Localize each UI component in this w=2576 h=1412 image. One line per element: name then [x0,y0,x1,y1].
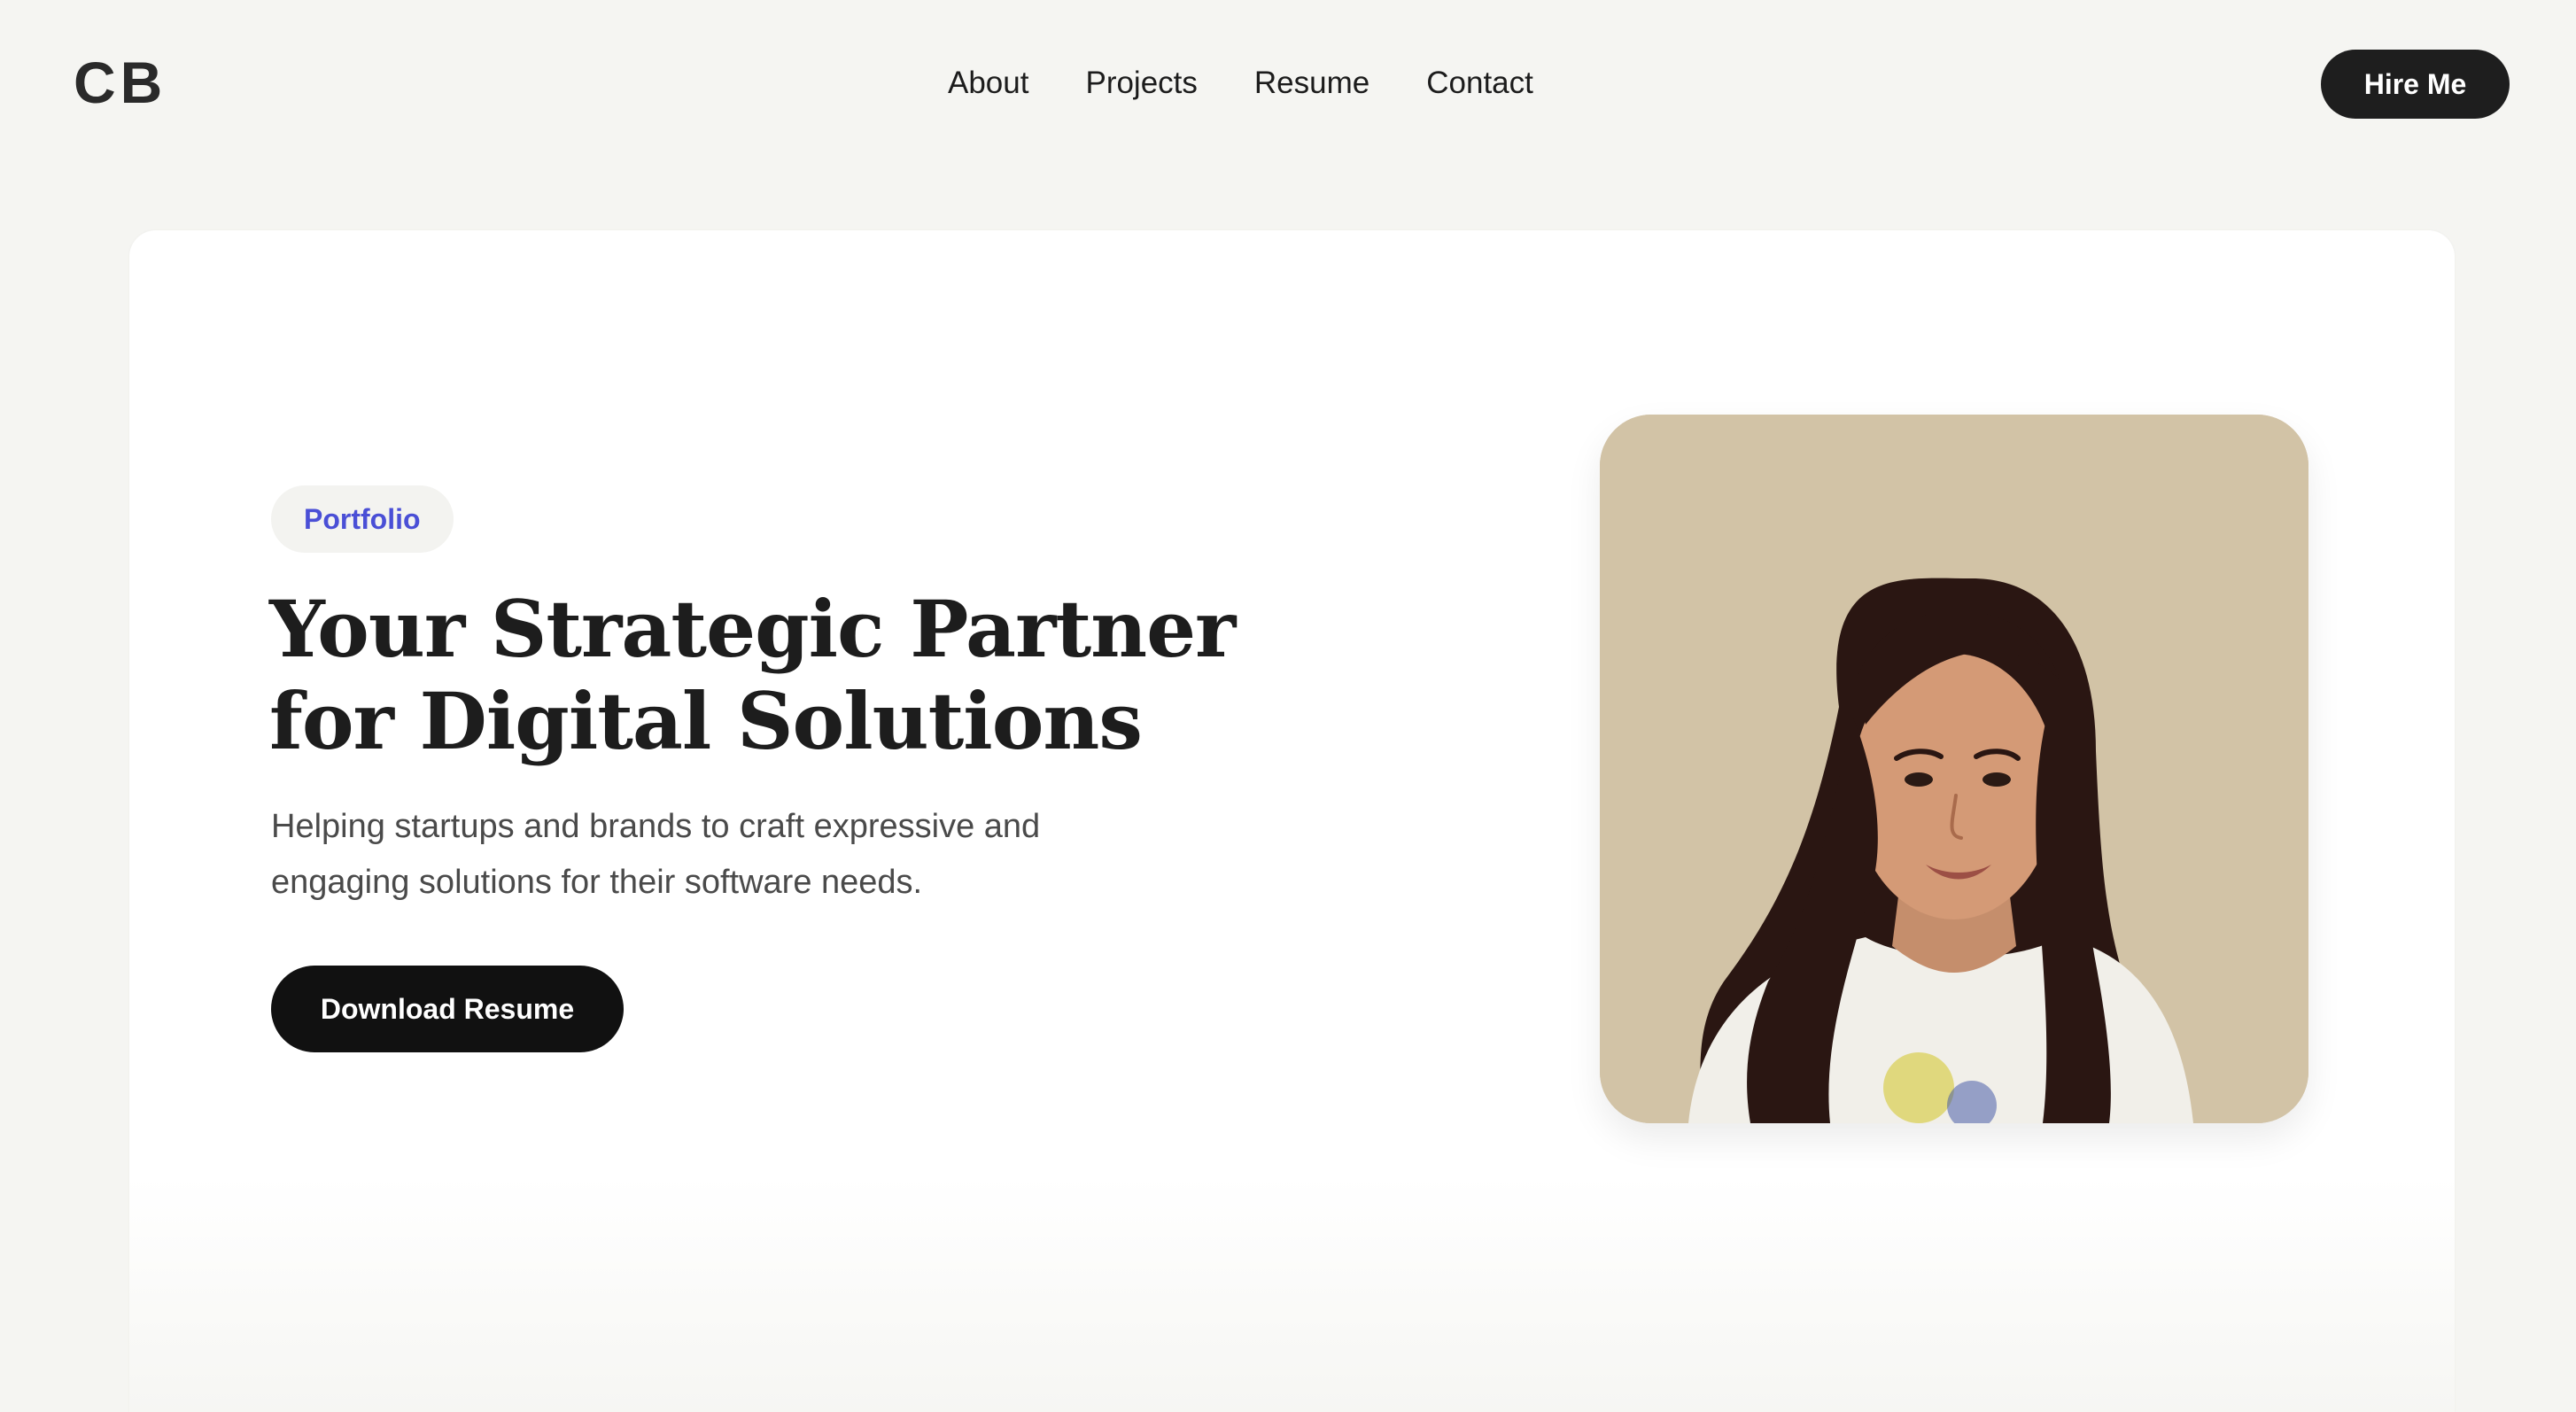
nav-link-projects[interactable]: Projects [1085,64,1197,103]
nav-link-resume[interactable]: Resume [1254,64,1369,103]
profile-photo-illustration [1600,415,2308,1123]
site-header: CB About Projects Resume Contact Hire Me [0,0,2576,168]
site-logo[interactable]: CB [74,51,167,113]
main-nav: About Projects Resume Contact [948,64,1533,103]
hero-subtext: Helping startups and brands to craft exp… [271,799,1113,911]
hero-headline-line-2: for Digital Solutions [269,675,1143,767]
hero-headline: Your Strategic Partner for Digital Solut… [269,583,1244,767]
hero-subtext-line-1: Helping startups and brands to craft exp… [271,808,1041,845]
profile-photo [1600,415,2308,1123]
download-resume-button[interactable]: Download Resume [271,966,624,1052]
hero-subtext-line-2: engaging solutions for their software ne… [271,864,923,901]
hero-section: Portfolio Your Strategic Partner for Dig… [129,230,2455,1412]
nav-link-contact[interactable]: Contact [1426,64,1533,103]
nav-link-about[interactable]: About [948,64,1028,103]
portfolio-tag: Portfolio [271,485,454,553]
hire-me-button[interactable]: Hire Me [2321,50,2510,119]
hero-headline-line-1: Your Strategic Partner [269,583,1236,675]
